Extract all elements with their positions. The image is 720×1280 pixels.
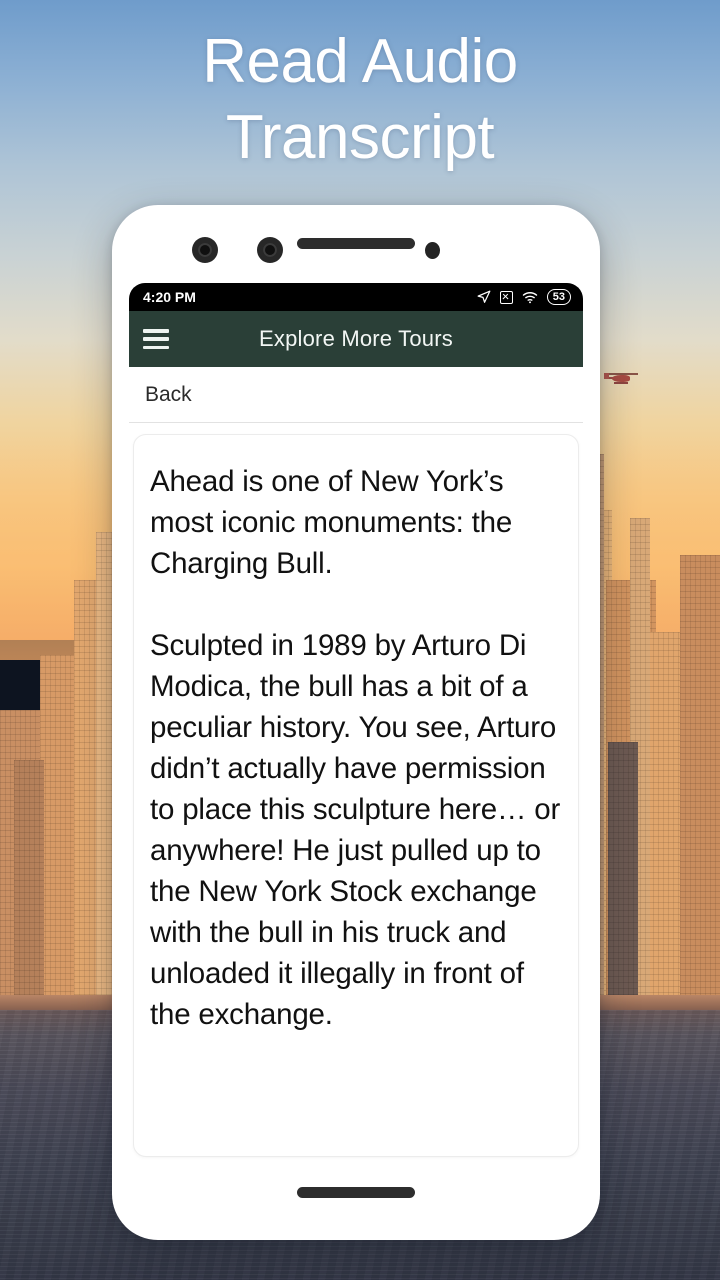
status-bar: 4:20 PM 53 xyxy=(129,283,583,311)
earpiece-speaker xyxy=(297,238,415,249)
building xyxy=(14,760,44,1010)
mute-icon xyxy=(499,290,513,304)
camera-lens-icon xyxy=(257,237,283,263)
bottom-speaker xyxy=(297,1187,415,1198)
battery-level: 53 xyxy=(552,291,565,303)
page-title-line-2: Transcript xyxy=(225,103,495,172)
building xyxy=(680,555,720,1010)
transcript-card[interactable]: Ahead is one of New York’s most iconic m… xyxy=(133,434,579,1157)
phone-mockup: 4:20 PM 53 Explore More Tours Back Ahead… xyxy=(112,205,600,1240)
camera-lens-icon xyxy=(192,237,218,263)
app-bar-title: Explore More Tours xyxy=(259,326,453,351)
page-title-line-1: Read Audio xyxy=(202,27,518,96)
app-bar: Explore More Tours xyxy=(129,311,583,367)
battery-icon: 53 xyxy=(546,289,571,305)
location-arrow-icon xyxy=(477,290,491,304)
back-button-label[interactable]: Back xyxy=(145,383,192,407)
back-row[interactable]: Back xyxy=(129,367,583,423)
transcript-paragraph: Sculpted in 1989 by Arturo Di Modica, th… xyxy=(150,629,561,1031)
status-bar-time: 4:20 PM xyxy=(143,289,196,305)
transcript-area: Ahead is one of New York’s most iconic m… xyxy=(129,423,583,1163)
phone-screen: 4:20 PM 53 Explore More Tours Back Ahead… xyxy=(129,283,583,1163)
page-title: Read Audio Transcript xyxy=(0,24,720,176)
hamburger-menu-icon[interactable] xyxy=(143,329,169,349)
building xyxy=(608,742,638,1010)
wifi-icon xyxy=(522,291,538,304)
helicopter-icon xyxy=(604,370,640,384)
transcript-paragraph: Ahead is one of New York’s most iconic m… xyxy=(150,465,513,580)
proximity-sensor xyxy=(425,242,440,259)
